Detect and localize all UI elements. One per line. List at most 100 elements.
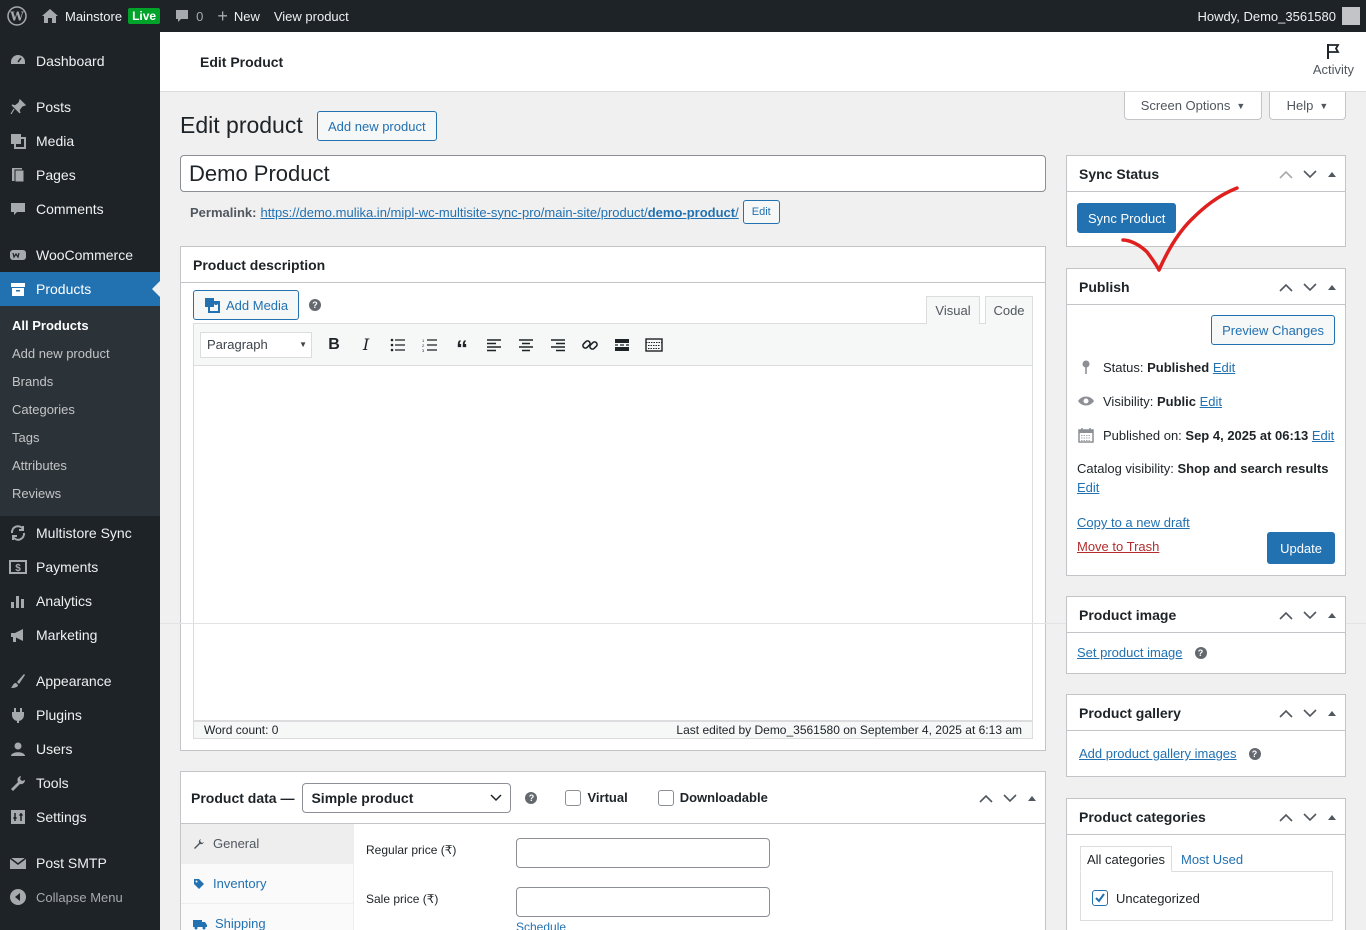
comments-link[interactable]: 0 [167,0,210,32]
sidebar-item-appearance[interactable]: Appearance [0,664,160,698]
tab-shipping[interactable]: Shipping [181,904,353,930]
site-name-link[interactable]: Mainstore Live [34,0,167,32]
sidebar-collapse-menu[interactable]: Collapse Menu [0,880,160,914]
tab-visual[interactable]: Visual [926,296,980,325]
format-select[interactable]: Paragraph ▼ [200,331,312,358]
sidebar-item-settings[interactable]: Settings [0,800,160,834]
add-new-product-button[interactable]: Add new product [317,111,437,141]
toolbar-toggle-icon[interactable] [638,330,670,360]
product-title-input[interactable]: Demo Product [180,155,1046,192]
italic-icon[interactable]: I [350,330,382,360]
sidebar-item-marketing[interactable]: Marketing [0,618,160,652]
my-account[interactable]: Howdy, Demo_3561580 [1197,7,1366,25]
virtual-checkbox[interactable] [565,789,582,806]
uncategorized-checkbox[interactable] [1092,890,1108,906]
sidebar-item-tools[interactable]: Tools [0,766,160,800]
tab-inventory-label: Inventory [213,876,267,891]
submenu-attributes[interactable]: Attributes [0,452,160,480]
sale-price-input[interactable] [516,887,770,917]
align-left-icon[interactable] [478,330,510,360]
bold-icon[interactable]: B [318,330,350,360]
collapse-toggle-icon[interactable] [1327,710,1337,716]
collapse-toggle-icon[interactable] [1327,814,1337,820]
wp-logo[interactable]: W [0,0,34,32]
sidebar-item-plugins[interactable]: Plugins [0,698,160,732]
collapse-toggle-icon[interactable] [1027,795,1037,801]
sidebar-item-users[interactable]: Users [0,732,160,766]
activity-button[interactable]: Activity [1313,42,1354,77]
chevron-down-icon[interactable] [1003,793,1017,803]
help-icon[interactable]: ? [525,791,538,804]
sidebar-item-post-smtp[interactable]: Post SMTP [0,846,160,880]
permalink-url[interactable]: https://demo.mulika.in/mipl-wc-multisite… [260,205,738,220]
sidebar-item-dashboard[interactable]: Dashboard [0,44,160,78]
blockquote-icon[interactable]: “ [446,330,478,363]
help-button[interactable]: Help ▼ [1269,92,1346,120]
chevron-down-icon[interactable] [1303,812,1317,822]
sidebar-item-woocommerce[interactable]: WooCommerce [0,238,160,272]
add-gallery-images-link[interactable]: Add product gallery images [1079,746,1237,761]
help-icon[interactable]: ? [1194,646,1207,659]
submenu-tags[interactable]: Tags [0,424,160,452]
sidebar-item-media[interactable]: Media [0,124,160,158]
chevron-up-icon[interactable] [1279,170,1293,179]
chevron-up-icon[interactable] [1279,283,1293,292]
chevron-up-icon[interactable] [1279,611,1293,620]
add-media-button[interactable]: Add Media [193,290,300,320]
status-edit-link[interactable]: Edit [1213,360,1235,375]
read-more-icon[interactable] [606,330,638,360]
sidebar-item-payments[interactable]: $ Payments [0,550,160,584]
screen-options-button[interactable]: Screen Options ▼ [1124,92,1262,120]
sidebar-item-comments[interactable]: Comments [0,192,160,226]
link-icon[interactable] [574,330,606,360]
wrench-icon [8,773,28,793]
sidebar-item-analytics[interactable]: Analytics [0,584,160,618]
published-edit-link[interactable]: Edit [1312,428,1334,443]
sidebar-item-multistore-sync[interactable]: Multistore Sync [0,516,160,550]
catalog-edit-link[interactable]: Edit [1077,480,1099,495]
align-center-icon[interactable] [510,330,542,360]
permalink-edit-button[interactable]: Edit [742,200,780,224]
update-button[interactable]: Update [1267,532,1335,564]
tab-general[interactable]: General [181,824,353,864]
sidebar-item-pages[interactable]: Pages [0,158,160,192]
help-icon[interactable]: ? [1248,747,1261,760]
submenu-add-new-product[interactable]: Add new product [0,340,160,368]
visibility-edit-link[interactable]: Edit [1200,394,1222,409]
bullet-list-icon[interactable] [382,330,414,360]
schedule-link[interactable]: Schedule [516,920,566,930]
numbered-list-icon[interactable]: 123 [414,330,446,360]
chevron-down-icon[interactable] [1303,282,1317,292]
tab-code[interactable]: Code [985,296,1033,325]
editor-content-area[interactable] [193,366,1033,721]
tab-all-categories[interactable]: All categories [1080,846,1173,872]
submenu-reviews[interactable]: Reviews [0,480,160,508]
copy-to-draft-link[interactable]: Copy to a new draft [1077,515,1190,530]
new-content-link[interactable]: + New [210,0,267,32]
move-to-trash-link[interactable]: Move to Trash [1077,539,1159,554]
help-icon[interactable]: ? [309,299,321,311]
submenu-categories[interactable]: Categories [0,396,160,424]
chevron-down-icon[interactable] [1303,169,1317,179]
sidebar-item-products[interactable]: Products [0,272,160,306]
collapse-toggle-icon[interactable] [1327,171,1337,177]
align-right-icon[interactable] [542,330,574,360]
chevron-up-icon[interactable] [979,794,993,803]
downloadable-checkbox[interactable] [657,789,674,806]
product-type-select[interactable]: Simple product [302,782,512,813]
chevron-up-icon[interactable] [1279,813,1293,822]
preview-changes-button[interactable]: Preview Changes [1211,315,1335,345]
chevron-up-icon[interactable] [1279,709,1293,718]
set-product-image-link[interactable]: Set product image [1077,645,1183,660]
tab-most-used[interactable]: Most Used [1181,846,1243,872]
chevron-down-icon[interactable] [1303,610,1317,620]
sidebar-item-posts[interactable]: Posts [0,90,160,124]
regular-price-input[interactable] [516,838,770,868]
submenu-brands[interactable]: Brands [0,368,160,396]
tab-inventory[interactable]: Inventory [181,864,353,904]
view-product-link[interactable]: View product [267,0,356,32]
collapse-toggle-icon[interactable] [1327,612,1337,618]
chevron-down-icon[interactable] [1303,708,1317,718]
collapse-toggle-icon[interactable] [1327,284,1337,290]
submenu-all-products[interactable]: All Products [0,312,160,340]
